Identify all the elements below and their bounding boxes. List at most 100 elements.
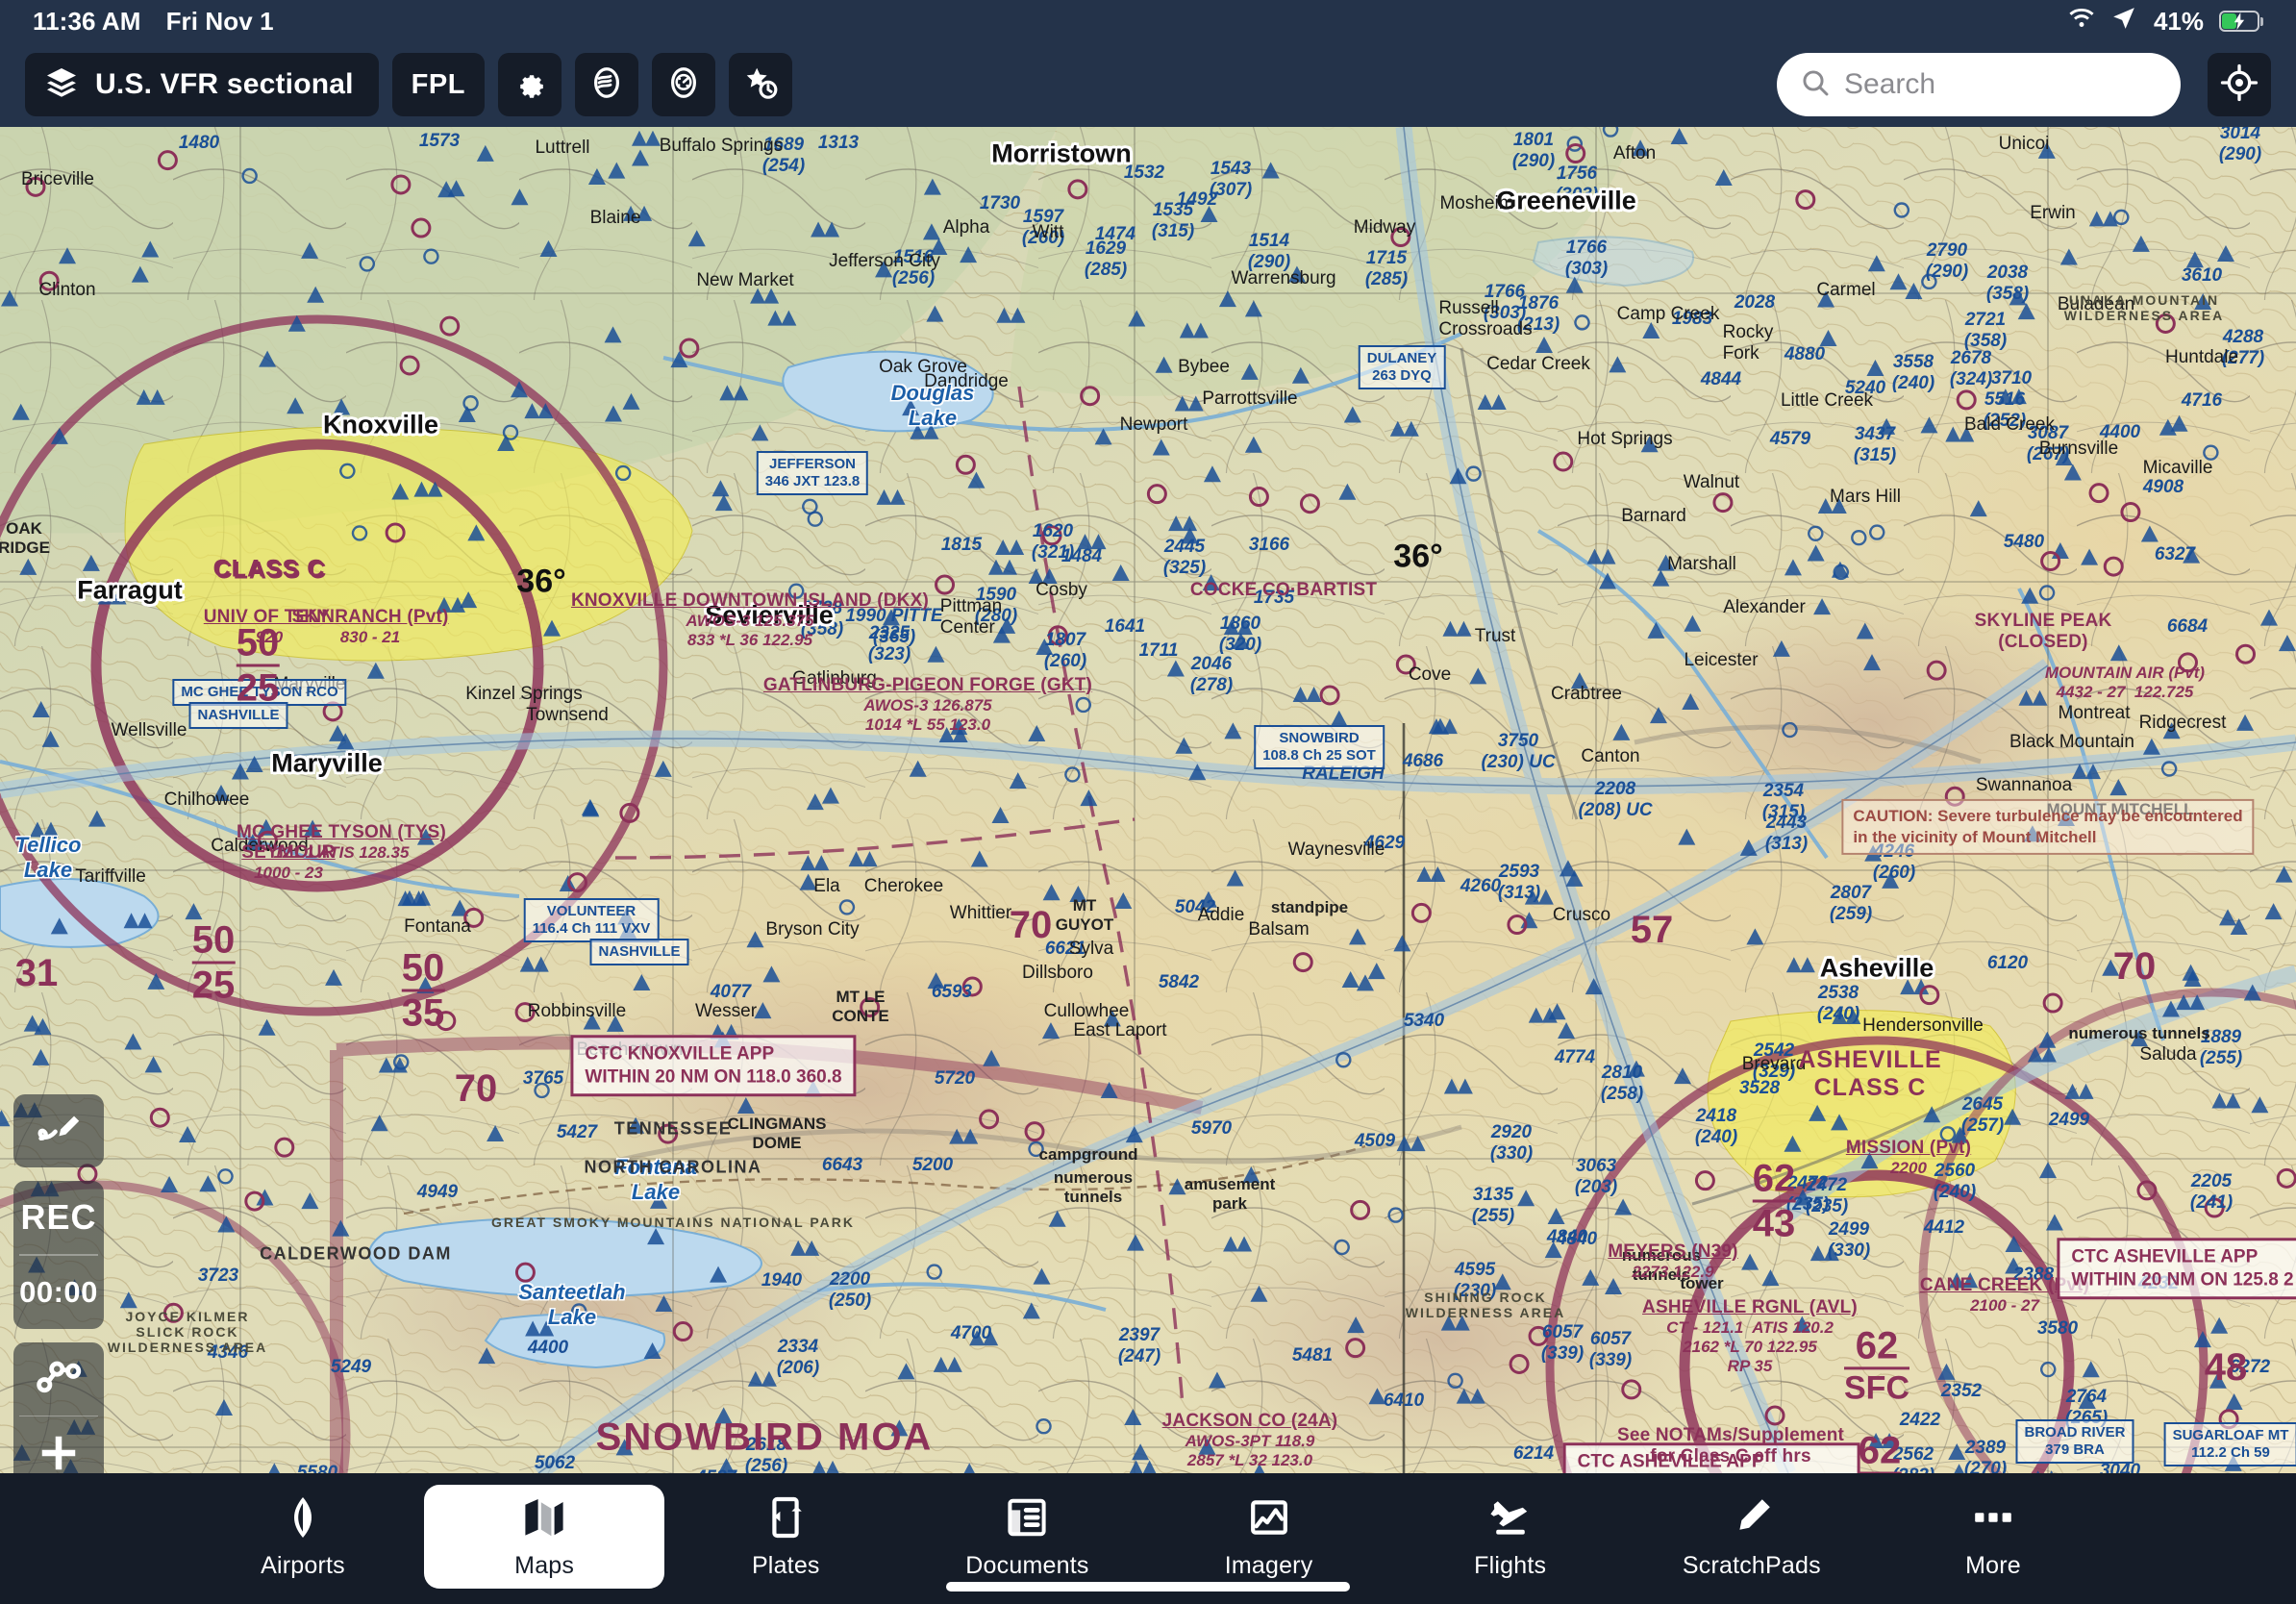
chart-note-line: in the vicinity of Mount Mitchell — [1853, 828, 2097, 846]
ceiling-value: 70 — [2112, 945, 2157, 988]
tab-label: ScratchPads — [1682, 1551, 1821, 1579]
ceiling-value: 31 — [14, 952, 59, 994]
location-arrow-icon — [2111, 6, 2136, 38]
gear-icon — [512, 65, 547, 105]
favorites-recents-button[interactable] — [728, 53, 792, 116]
navaid-box[interactable]: BROAD RIVER 379 BRA — [2015, 1419, 2134, 1464]
tab-more[interactable]: More — [1873, 1485, 2113, 1589]
draw-button[interactable] — [13, 1094, 104, 1167]
chart-note-box: CTC ASHEVILLE APPWITHIN 20 NM ON 124.65 … — [1562, 1442, 1860, 1473]
tab-scratchpads[interactable]: ScratchPads — [1632, 1485, 1872, 1589]
navaid-line: 346 JXT 123.8 — [764, 473, 861, 489]
airspace-altitude-sector: 31 — [14, 952, 59, 994]
tab-imagery[interactable]: Imagery — [1149, 1485, 1389, 1589]
imagery-chart-icon — [1246, 1494, 1292, 1545]
ceiling-value: 62 — [1752, 1157, 1796, 1200]
record-timer: 00:00 — [19, 1274, 98, 1309]
ceiling-value: 50 — [236, 621, 280, 664]
tab-label: Maps — [514, 1551, 575, 1579]
navaid-box[interactable]: JEFFERSON 346 JXT 123.8 — [756, 451, 869, 495]
chart-note-line: WITHIN 20 NM ON 118.0 360.8 — [585, 1066, 842, 1087]
approach-plate-icon — [762, 1494, 809, 1545]
pencil-icon — [1729, 1494, 1775, 1545]
route-waypoints-icon — [34, 1351, 84, 1406]
navaid-box[interactable]: VOLUNTEER 116.4 Ch 111 VXV — [523, 898, 660, 942]
documents-icon — [1004, 1494, 1050, 1545]
tab-label: Plates — [751, 1551, 820, 1579]
floor-value: SFC — [1844, 1369, 1909, 1407]
basemap-label: U.S. VFR sectional — [95, 68, 354, 100]
floor-value: 35 — [401, 991, 445, 1035]
wifi-icon — [2067, 7, 2096, 37]
locate-me-button[interactable] — [2208, 53, 2271, 116]
status-date: Fri Nov 1 — [165, 6, 274, 36]
airspace-altitude-sector: 70 — [1010, 906, 1053, 944]
tab-label: Airports — [261, 1551, 345, 1579]
pencil-draw-icon — [34, 1104, 84, 1159]
airspace-altitude-sector: 70 — [2112, 945, 2157, 988]
latitude-label: 36° — [1393, 538, 1443, 575]
search-icon — [1800, 67, 1831, 103]
latitude-label: 36° — [516, 563, 566, 600]
tab-label: Documents — [965, 1551, 1089, 1579]
instruments-gauge-icon — [665, 64, 702, 106]
route-button[interactable] — [13, 1342, 104, 1416]
ceiling-value: 48 — [2204, 1346, 2248, 1389]
airport-compass-icon — [280, 1494, 326, 1545]
airspace-altitude-sector: 6243 — [1858, 1429, 1902, 1473]
tab-label: More — [1965, 1551, 2021, 1579]
chart-note-line: CTC ASHEVILLE APP — [1577, 1451, 1764, 1472]
settings-button[interactable] — [497, 53, 562, 116]
navaid-line: NASHVILLE — [598, 943, 681, 960]
navaid-box[interactable]: DULANEY 263 DYQ — [1358, 345, 1446, 389]
tab-documents[interactable]: Documents — [907, 1485, 1147, 1589]
foreflight-app: 11:36 AM Fri Nov 1 41% U.S. VFR sectiona… — [0, 0, 2296, 1604]
navaid-line: SUGARLOAF MT — [2172, 1427, 2289, 1443]
crosshair-locate-icon — [2220, 63, 2259, 107]
chart-note-line: CTC KNOXVILLE APP — [585, 1043, 775, 1065]
tab-flights[interactable]: Flights — [1390, 1485, 1631, 1589]
instruments-button[interactable] — [651, 53, 715, 116]
status-bar: 11:36 AM Fri Nov 1 41% — [0, 0, 2296, 42]
search-input[interactable]: Search — [1777, 53, 2181, 116]
navaid-line: BROAD RIVER — [2024, 1424, 2126, 1441]
sectional-chart-map[interactable]: 1480 1573 1689 (254) 1313 1801 (290) 1756 (30… — [0, 127, 2296, 1473]
tab-label: Imagery — [1224, 1551, 1313, 1579]
ceiling-value: 50 — [191, 918, 236, 962]
ceiling-value: 50 — [401, 946, 445, 990]
airspace-altitude-sector: 50 25 — [236, 621, 280, 708]
recording-group: REC 00:00 — [13, 1181, 104, 1329]
zoom-in-button[interactable] — [13, 1416, 104, 1473]
fpl-button[interactable]: FPL — [391, 53, 485, 116]
navaid-line: DULANEY — [1366, 350, 1437, 366]
ceiling-value: 62 — [1855, 1324, 1899, 1367]
airspace-altitude-sector: 57 — [1630, 909, 1674, 951]
airspace-altitude-sector: 48 — [2204, 1346, 2248, 1389]
chart-note-box: CTC ASHEVILLE APP WITHIN 20 NM ON 125.8 2 — [2057, 1238, 2296, 1299]
basemap-selector-button[interactable]: U.S. VFR sectional — [25, 53, 379, 116]
tab-airports[interactable]: Airports — [183, 1485, 423, 1589]
draw-control-group — [13, 1094, 104, 1167]
airspace-altitude-sector: 50 35 — [401, 946, 445, 1035]
navaid-line: 116.4 Ch 111 VXV — [532, 920, 651, 937]
chart-note-box: CTC KNOXVILLE APP WITHIN 20 NM ON 118.0 3… — [570, 1035, 857, 1096]
ellipsis-icon — [1970, 1494, 2016, 1545]
ceiling-value: 57 — [1630, 909, 1674, 951]
navaid-box[interactable]: SNOWBIRD 108.8 Ch 25 SOT — [1254, 725, 1385, 769]
record-button[interactable]: REC — [13, 1181, 104, 1254]
tab-maps[interactable]: Maps — [424, 1485, 665, 1589]
plus-icon — [41, 1436, 76, 1470]
landing-plane-icon — [1487, 1494, 1534, 1545]
navaid-box[interactable]: SUGARLOAF MT 112.2 Ch 59 — [2163, 1422, 2296, 1466]
navaid-box[interactable]: NASHVILLE — [589, 939, 689, 965]
navaid-line: JEFFERSON — [768, 456, 857, 472]
battery-percent: 41% — [2153, 6, 2204, 36]
navaid-line: 108.8 Ch 25 SOT — [1262, 747, 1376, 764]
airspace-altitude-sector: 62 SFC — [1844, 1324, 1909, 1407]
ceiling-value: 62 — [1858, 1429, 1902, 1472]
tab-plates[interactable]: Plates — [665, 1485, 906, 1589]
airspace-altitude-sector: 6243 — [1752, 1157, 1796, 1243]
navaid-line: NASHVILLE — [197, 707, 280, 723]
weather-button[interactable] — [574, 53, 638, 116]
tab-label: Flights — [1474, 1551, 1547, 1579]
